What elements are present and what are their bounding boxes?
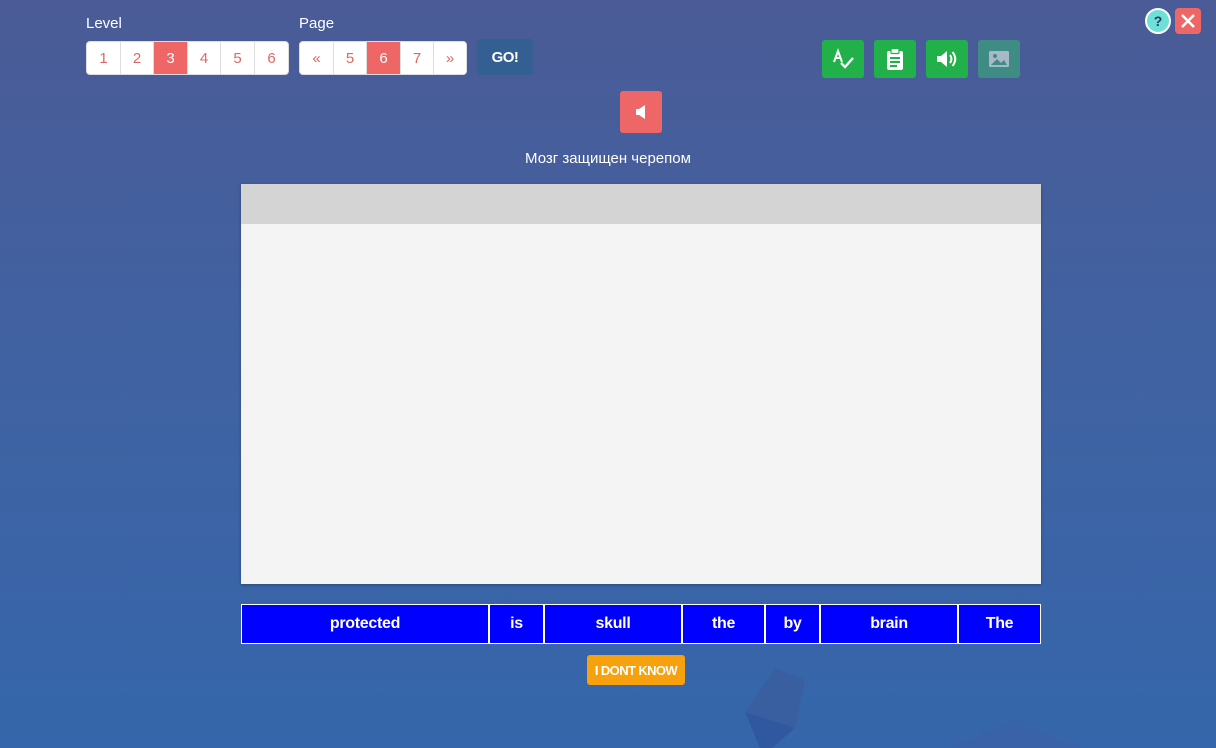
level-pager: 1 2 3 4 5 6: [86, 41, 289, 75]
word-tile[interactable]: the: [682, 604, 765, 644]
page-prev-button[interactable]: «: [300, 42, 334, 74]
image-icon: [989, 51, 1009, 67]
page-pager: « 5 6 7 »: [299, 41, 467, 75]
i-dont-know-button[interactable]: I DONT KNOW: [587, 655, 685, 685]
speaker-icon: [636, 105, 645, 119]
word-tile[interactable]: The: [958, 604, 1041, 644]
close-button[interactable]: [1175, 8, 1201, 34]
answer-area[interactable]: [241, 184, 1041, 584]
level-option[interactable]: 1: [87, 42, 121, 74]
level-option[interactable]: 6: [255, 42, 288, 74]
page-option-selected[interactable]: 6: [367, 42, 401, 74]
page-next-button[interactable]: »: [434, 42, 466, 74]
word-tile[interactable]: is: [489, 604, 544, 644]
level-option[interactable]: 2: [121, 42, 154, 74]
level-option[interactable]: 4: [188, 42, 221, 74]
level-option-selected[interactable]: 3: [154, 42, 188, 74]
translation-prompt: Мозг защищен черепом: [525, 150, 691, 167]
word-tile[interactable]: skull: [544, 604, 682, 644]
volume-icon: [937, 51, 957, 67]
level-label: Level: [86, 15, 122, 32]
go-button[interactable]: GO!: [477, 39, 533, 75]
help-button[interactable]: ?: [1145, 8, 1171, 34]
page-option[interactable]: 7: [401, 42, 434, 74]
clipboard-button[interactable]: [874, 40, 916, 78]
word-tile[interactable]: protected: [241, 604, 489, 644]
clipboard-icon: [887, 47, 903, 70]
word-bank: protected is skull the by brain The: [241, 604, 1041, 644]
audio-button[interactable]: [926, 40, 968, 78]
word-tile[interactable]: brain: [820, 604, 958, 644]
word-tile[interactable]: by: [765, 604, 820, 644]
image-button[interactable]: [978, 40, 1020, 78]
play-audio-button[interactable]: [620, 91, 662, 133]
spellcheck-icon: [833, 48, 854, 69]
page-label: Page: [299, 15, 335, 32]
level-option[interactable]: 5: [221, 42, 255, 74]
spellcheck-button[interactable]: [822, 40, 864, 78]
close-icon: [1181, 14, 1195, 28]
answer-header: [241, 184, 1041, 224]
page-option[interactable]: 5: [334, 42, 367, 74]
